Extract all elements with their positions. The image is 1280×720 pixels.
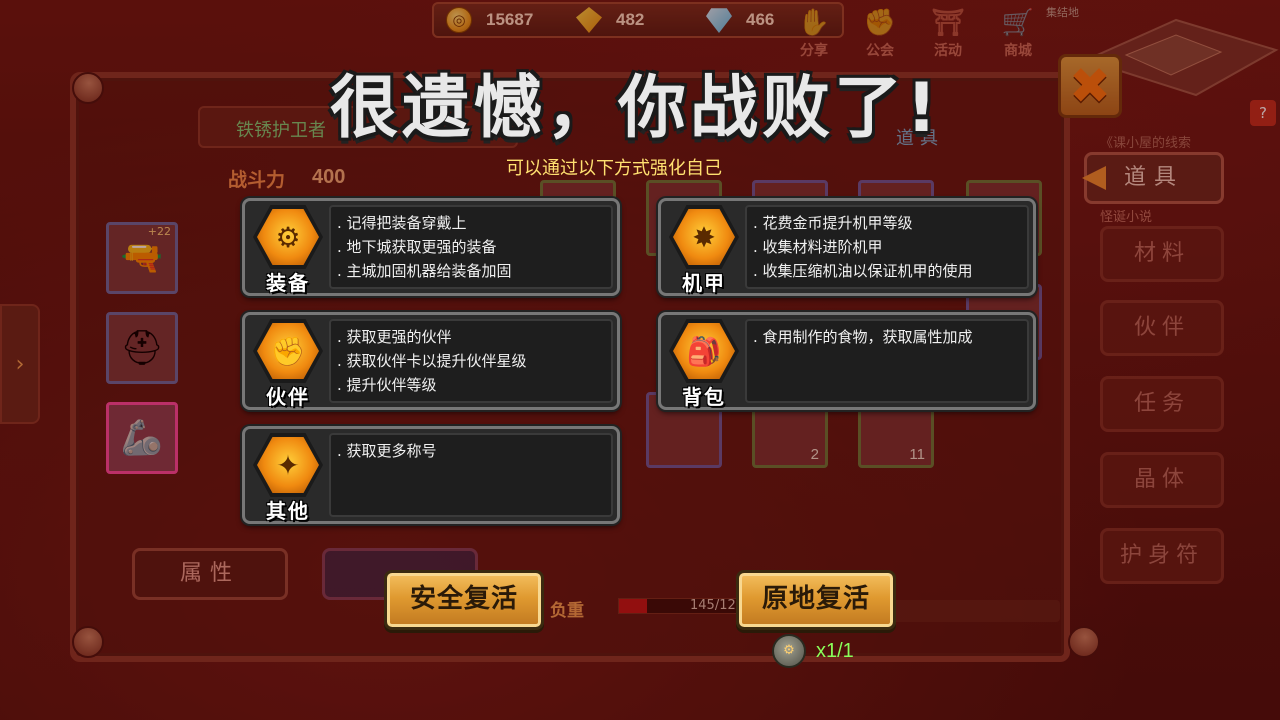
tip-text: . 获取更强的伙伴 . 获取伙伴卡以提升伙伴星级 . 提升伙伴等级	[329, 319, 613, 403]
tip-card-mecha: ✸ 机甲 . 花费金币提升机甲等级 . 收集材料进阶机甲 . 收集压缩机油以保证…	[658, 198, 1036, 296]
revive-count: ⚙ x1/1	[772, 634, 854, 668]
tip-icon-box: ✦ 其他	[249, 433, 327, 523]
tip-icon-box: ✊ 伙伴	[249, 319, 327, 409]
revive-count-text: x1/1	[816, 639, 854, 662]
revive-token-icon: ⚙	[772, 634, 806, 668]
tip-card-equipment: ⚙ 装备 . 记得把装备穿戴上 . 地下城获取更强的装备 . 主城加固机器给装备…	[242, 198, 620, 296]
tip-category: 装备	[266, 271, 310, 295]
tip-line: . 获取更多称号	[337, 442, 437, 460]
tip-category: 机甲	[682, 271, 726, 295]
defeat-subtitle: 可以通过以下方式强化自己	[506, 158, 722, 179]
safe-revive-button[interactable]: 安全复活	[384, 570, 544, 630]
tip-icon-box: ⚙ 装备	[249, 205, 327, 295]
tip-icon-box: 🎒 背包	[665, 319, 743, 409]
local-revive-button[interactable]: 原地复活	[736, 570, 896, 630]
tip-card-backpack: 🎒 背包 . 食用制作的食物，获取属性加成	[658, 312, 1036, 410]
tip-icon-box: ✸ 机甲	[665, 205, 743, 295]
tip-line: . 收集压缩机油以保证机甲的使用	[753, 262, 973, 280]
tip-text: . 食用制作的食物，获取属性加成	[745, 319, 1029, 403]
tip-line: . 记得把装备穿戴上	[337, 214, 467, 232]
tip-card-partner: ✊ 伙伴 . 获取更强的伙伴 . 获取伙伴卡以提升伙伴星级 . 提升伙伴等级	[242, 312, 620, 410]
tip-line: . 食用制作的食物，获取属性加成	[753, 328, 973, 346]
tip-line: . 获取伙伴卡以提升伙伴星级	[337, 352, 527, 370]
tip-line: . 地下城获取更强的装备	[337, 238, 497, 256]
tip-line: . 获取更强的伙伴	[337, 328, 452, 346]
tip-line: . 收集材料进阶机甲	[753, 238, 883, 256]
tip-text: . 花费金币提升机甲等级 . 收集材料进阶机甲 . 收集压缩机油以保证机甲的使用	[745, 205, 1029, 289]
tip-line: . 花费金币提升机甲等级	[753, 214, 913, 232]
tip-text: . 获取更多称号	[329, 433, 613, 517]
defeat-title: 很遗憾，你战败了!	[330, 69, 942, 148]
tip-line: . 提升伙伴等级	[337, 376, 437, 394]
tip-line: . 主城加固机器给装备加固	[337, 262, 512, 280]
tip-card-other: ✦ 其他 . 获取更多称号	[242, 426, 620, 524]
tip-category: 伙伴	[266, 385, 310, 409]
tip-text: . 记得把装备穿戴上 . 地下城获取更强的装备 . 主城加固机器给装备加固	[329, 205, 613, 289]
tip-category: 背包	[682, 385, 726, 409]
tip-category: 其他	[266, 499, 310, 523]
